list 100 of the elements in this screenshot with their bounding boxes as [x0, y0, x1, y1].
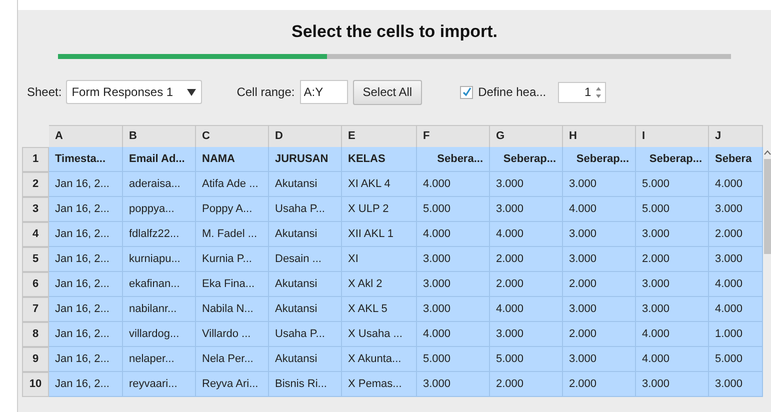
table-cell: 3.000	[417, 247, 490, 272]
table-cell: 2.000	[490, 247, 563, 272]
header-rows-spinner[interactable]: 1	[558, 82, 606, 102]
table-cell: Jan 16, 2...	[49, 247, 123, 272]
table-cell: nelaper...	[123, 347, 196, 372]
table-cell: Nabila N...	[196, 297, 269, 322]
table-cell: KELAS	[342, 147, 417, 172]
row-number[interactable]: 4	[22, 222, 49, 247]
table-cell: X Usaha ...	[342, 322, 417, 347]
table-cell: Akutansi	[269, 222, 342, 247]
table-cell: Sebera...	[417, 147, 490, 172]
table-cell: 4.000	[417, 322, 490, 347]
table-cell: Email Ad...	[123, 147, 196, 172]
column-header[interactable]: C	[196, 125, 269, 147]
table-cell: 5.000	[709, 347, 763, 372]
table-cell: Akutansi	[269, 272, 342, 297]
row-number[interactable]: 8	[22, 322, 49, 347]
table-cell: 4.000	[417, 222, 490, 247]
table-cell: Akutansi	[269, 347, 342, 372]
table-cell: Sebera	[709, 147, 763, 172]
cell-range-label: Cell range:	[236, 84, 295, 101]
table-cell: 3.000	[563, 172, 636, 197]
select-all-button[interactable]: Select All	[352, 80, 422, 104]
row-number[interactable]: 5	[22, 247, 49, 272]
table-cell: Nela Per...	[196, 347, 269, 372]
row-number[interactable]: 6	[22, 272, 49, 297]
table-cell: 1.000	[709, 322, 763, 347]
table-cell: kurniapu...	[123, 247, 196, 272]
cell-range-field[interactable]: A:Y	[300, 80, 348, 104]
table-cell: 2.000	[636, 247, 709, 272]
table-cell: 4.000	[636, 322, 709, 347]
table-cell: 3.000	[636, 372, 709, 397]
table-cell: fdlalfz22...	[123, 222, 196, 247]
table-cell: reyvaari...	[123, 372, 196, 397]
table-cell: 2.000	[709, 222, 763, 247]
table-cell: 5.000	[490, 347, 563, 372]
table-cell: 3.000	[563, 347, 636, 372]
table-cell: 3.000	[490, 172, 563, 197]
define-header-checkbox[interactable]	[460, 86, 474, 98]
table-cell: nabilanr...	[123, 297, 196, 322]
row-number[interactable]: 1	[22, 147, 49, 172]
table-cell: X Akl 2	[342, 272, 417, 297]
column-header[interactable]: H	[563, 125, 636, 147]
table-cell: NAMA	[196, 147, 269, 172]
table-cell: 5.000	[636, 172, 709, 197]
column-header[interactable]: D	[269, 125, 342, 147]
table-cell: aderaisa...	[123, 172, 196, 197]
table-cell: 3.000	[636, 297, 709, 322]
table-cell: villardog...	[123, 322, 196, 347]
table-cell: 5.000	[417, 347, 490, 372]
table-cell: 2.000	[563, 322, 636, 347]
table-cell: XI	[342, 247, 417, 272]
table-cell: 3.000	[490, 197, 563, 222]
table-cell: Jan 16, 2...	[49, 347, 123, 372]
column-header[interactable]: G	[490, 125, 563, 147]
table-cell: Desain ...	[269, 247, 342, 272]
sheet-dropdown[interactable]: Form Responses 1	[66, 80, 202, 104]
column-header[interactable]: F	[417, 125, 490, 147]
row-number[interactable]: 9	[22, 347, 49, 372]
table-cell: 4.000	[709, 172, 763, 197]
table-cell: M. Fadel ...	[196, 222, 269, 247]
sheet-label: Sheet:	[27, 84, 62, 101]
row-number[interactable]: 10	[22, 372, 49, 397]
table-cell: Reyva Ari...	[196, 372, 269, 397]
table-cell: Poppy A...	[196, 197, 269, 222]
table-cell: Jan 16, 2...	[49, 272, 123, 297]
row-number[interactable]: 7	[22, 297, 49, 322]
column-header[interactable]: B	[123, 125, 196, 147]
table-cell: X Akunta...	[342, 347, 417, 372]
table-cell: X ULP 2	[342, 197, 417, 222]
table-cell: 4.000	[417, 172, 490, 197]
table-cell: 5.000	[636, 197, 709, 222]
scroll-up-icon	[764, 150, 770, 155]
table-cell: Jan 16, 2...	[49, 322, 123, 347]
caret-icon	[186, 88, 196, 96]
table-cell: Jan 16, 2...	[49, 172, 123, 197]
table-cell: 4.000	[636, 347, 709, 372]
table-cell: Villardo ...	[196, 322, 269, 347]
checkmark-icon	[462, 87, 472, 97]
table-cell: 3.000	[636, 222, 709, 247]
row-number[interactable]: 2	[22, 172, 49, 197]
table-cell: 3.000	[709, 372, 763, 397]
table-cell: poppya...	[123, 197, 196, 222]
table-cell: Bisnis Ri...	[269, 372, 342, 397]
table-cell: Eka Fina...	[196, 272, 269, 297]
column-header[interactable]: J	[709, 125, 763, 147]
table-cell: XII AKL 1	[342, 222, 417, 247]
column-header[interactable]: I	[636, 125, 709, 147]
table-cell: 4.000	[563, 197, 636, 222]
table-cell: 4.000	[490, 222, 563, 247]
row-number[interactable]: 3	[22, 197, 49, 222]
column-header[interactable]: E	[342, 125, 417, 147]
table-cell: 2.000	[490, 272, 563, 297]
table-cell: Kurnia P...	[196, 247, 269, 272]
spinner-arrows-icon	[595, 86, 602, 98]
column-header[interactable]: A	[49, 125, 123, 147]
table-cell: 3.000	[563, 222, 636, 247]
table-cell: Seberap...	[563, 147, 636, 172]
table-cell: Akutansi	[269, 297, 342, 322]
table-cell: 4.000	[709, 297, 763, 322]
